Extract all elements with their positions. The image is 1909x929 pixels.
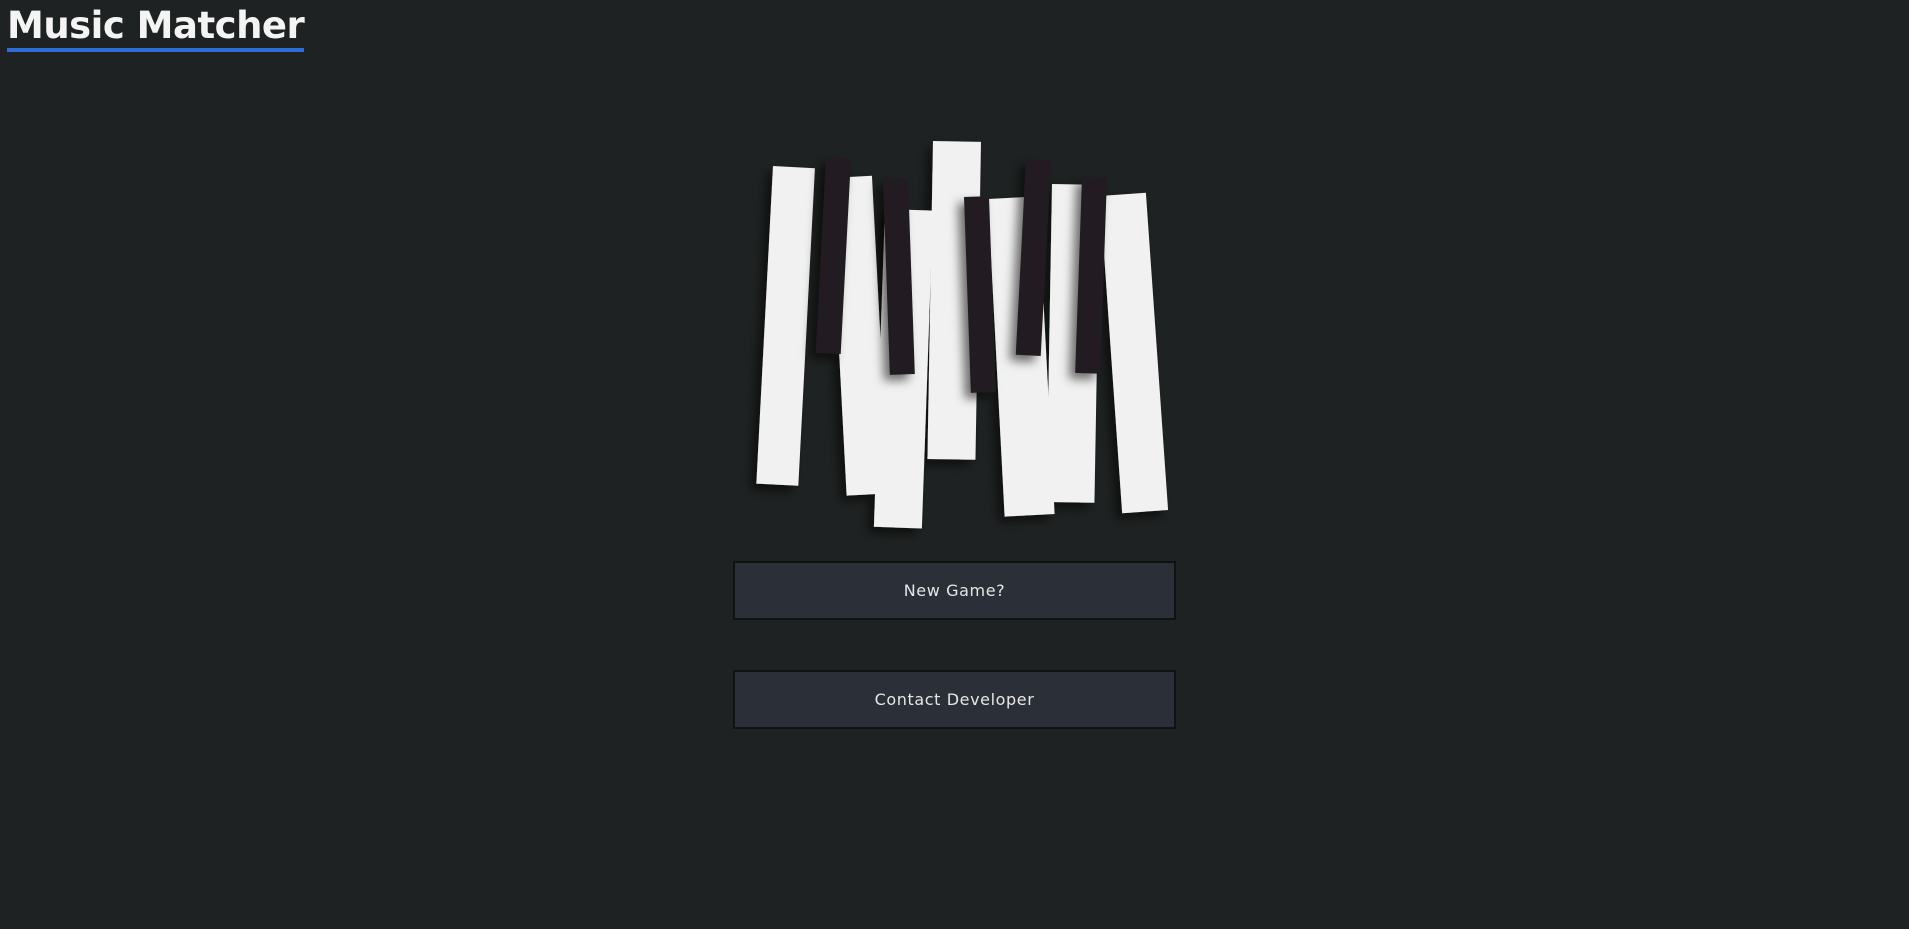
piano-keys-icon	[756, 140, 1169, 529]
home-screen: Music Matcher New Game? Contact Develope	[0, 0, 1909, 929]
contact-developer-button[interactable]: Contact Developer	[733, 670, 1176, 729]
new-game-button[interactable]: New Game?	[733, 561, 1176, 620]
app-title-link[interactable]: Music Matcher	[7, 5, 305, 52]
